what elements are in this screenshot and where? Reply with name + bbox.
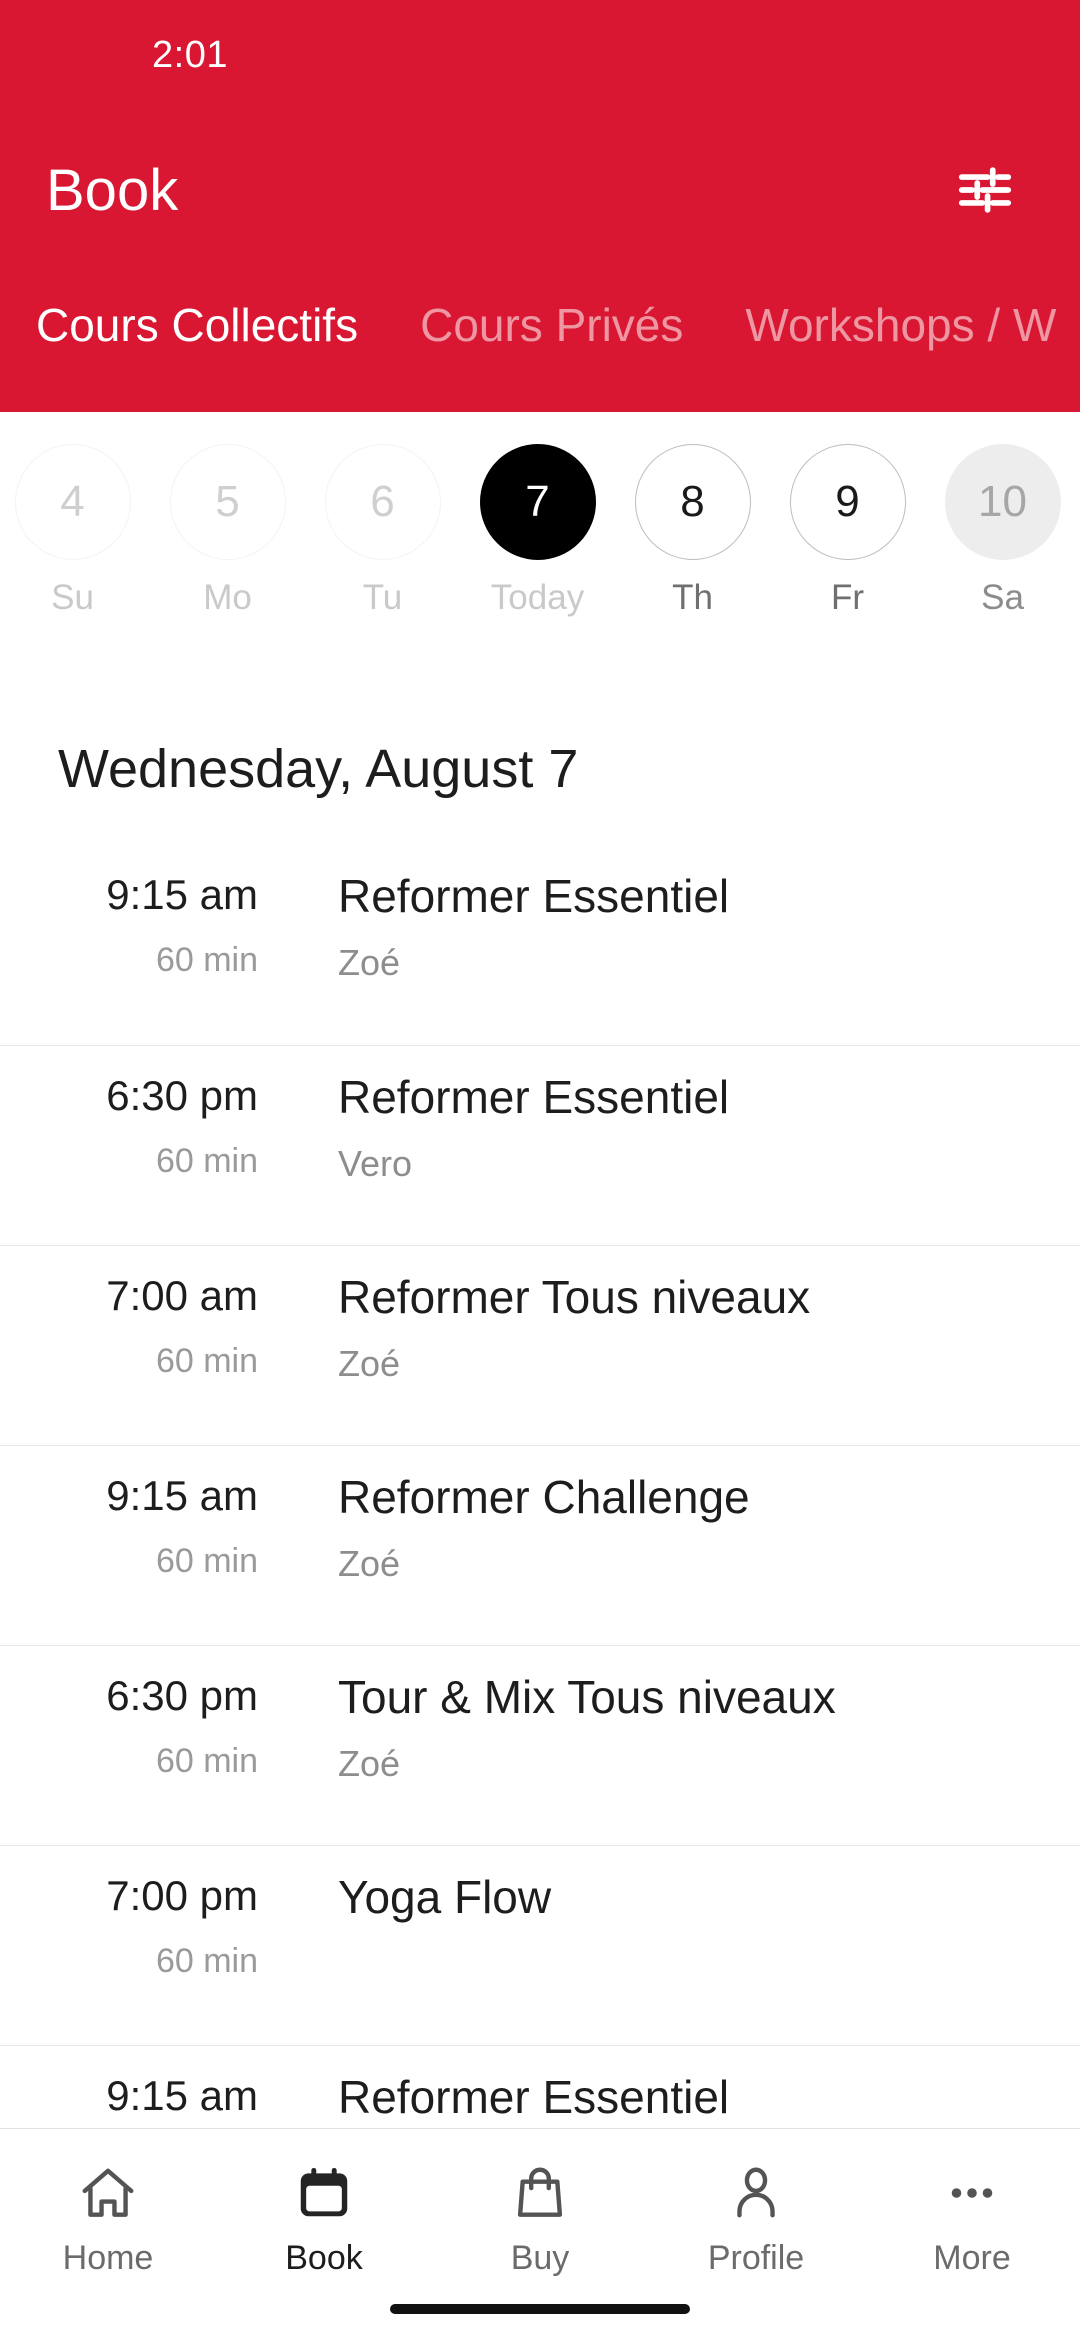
class-time-block: 9:15 am xyxy=(0,2072,280,2130)
class-row[interactable]: 7:00 pm 60 min Yoga Flow xyxy=(0,1845,1080,2045)
class-time-block: 9:15 am 60 min xyxy=(0,1472,280,1645)
class-info-block: Reformer Essentiel Zoé xyxy=(280,871,1080,1045)
class-info-block: Tour & Mix Tous niveaux Zoé xyxy=(280,1672,1080,1845)
class-name: Reformer Essentiel xyxy=(338,870,730,922)
home-indicator[interactable] xyxy=(390,2304,690,2314)
date-cell-8[interactable]: 8 Th xyxy=(615,444,770,618)
nav-label-profile: Profile xyxy=(707,2239,805,2277)
date-cell-4[interactable]: 4 Su xyxy=(0,444,150,618)
nav-label-buy: Buy xyxy=(510,2239,570,2277)
class-info-block: Reformer Essentiel xyxy=(280,2072,1080,2130)
class-info-block: Yoga Flow xyxy=(280,1872,1080,2045)
nav-label-more: More xyxy=(933,2239,1011,2277)
tab-cours-prives[interactable]: Cours Privés xyxy=(420,298,683,352)
bag-icon xyxy=(509,2157,571,2229)
date-label-today: Today xyxy=(490,578,585,617)
class-instructor: Zoé xyxy=(338,1542,401,1584)
date-label-su: Su xyxy=(51,578,94,617)
class-info-block: Reformer Tous niveaux Zoé xyxy=(280,1272,1080,1445)
nav-label-home: Home xyxy=(62,2239,154,2277)
date-label-sa: Sa xyxy=(981,578,1024,617)
class-duration: 60 min xyxy=(155,1942,258,1981)
class-instructor: Vero xyxy=(338,1142,413,1184)
class-info-block: Reformer Essentiel Vero xyxy=(280,1072,1080,1245)
nav-item-profile[interactable]: Profile xyxy=(648,2157,864,2278)
class-time-block: 6:30 pm 60 min xyxy=(0,1072,280,1245)
nav-item-more[interactable]: More xyxy=(864,2157,1080,2278)
class-list[interactable]: 9:15 am 60 min Reformer Essentiel Zoé 6:… xyxy=(0,845,1080,2130)
filter-button[interactable] xyxy=(942,147,1028,233)
date-label-th: Th xyxy=(672,578,713,617)
tune-sliders-icon xyxy=(954,159,1016,221)
date-label-tu: Tu xyxy=(362,578,403,617)
class-row[interactable]: 6:30 pm 60 min Reformer Essentiel Vero xyxy=(0,1045,1080,1245)
class-row[interactable]: 9:15 am 60 min Reformer Essentiel Zoé xyxy=(0,845,1080,1045)
date-cell-7-selected[interactable]: 7 Today xyxy=(460,444,615,618)
class-time-block: 6:30 pm 60 min xyxy=(0,1672,280,1845)
class-row[interactable]: 9:15 am Reformer Essentiel xyxy=(0,2045,1080,2130)
status-bar: 2:01 xyxy=(0,0,1080,110)
class-instructor: Zoé xyxy=(338,1742,401,1784)
class-name: Reformer Essentiel xyxy=(338,1071,730,1123)
class-name: Tour & Mix Tous niveaux xyxy=(338,1671,836,1723)
ellipsis-icon xyxy=(941,2157,1003,2229)
class-row[interactable]: 9:15 am 60 min Reformer Challenge Zoé xyxy=(0,1445,1080,1645)
class-instructor: Zoé xyxy=(338,1342,401,1384)
day-heading: Wednesday, August 7 xyxy=(58,739,579,799)
date-number-6: 6 xyxy=(324,444,441,560)
date-number-10: 10 xyxy=(944,444,1061,560)
app-screen: 2:01 Book Cours Collectifs Cours Privés … xyxy=(0,0,1080,2340)
date-number-8: 8 xyxy=(634,444,751,560)
class-time: 9:15 am xyxy=(106,1472,258,1519)
date-cell-9[interactable]: 9 Fr xyxy=(770,444,925,618)
class-info-block: Reformer Challenge Zoé xyxy=(280,1472,1080,1645)
tab-workshops[interactable]: Workshops / W xyxy=(745,298,1056,352)
home-icon xyxy=(77,2157,139,2229)
nav-label-book: Book xyxy=(285,2239,363,2277)
class-name: Reformer Challenge xyxy=(338,1471,750,1523)
class-duration: 60 min xyxy=(155,941,258,980)
date-cell-5[interactable]: 5 Mo xyxy=(150,444,305,618)
class-row[interactable]: 6:30 pm 60 min Tour & Mix Tous niveaux Z… xyxy=(0,1645,1080,1845)
calendar-icon xyxy=(293,2157,355,2229)
class-name: Reformer Essentiel xyxy=(338,2071,730,2123)
date-number-5: 5 xyxy=(169,444,286,560)
class-time: 9:15 am xyxy=(106,871,258,918)
person-icon xyxy=(725,2157,787,2229)
date-number-7: 7 xyxy=(479,444,596,560)
class-time-block: 7:00 pm 60 min xyxy=(0,1872,280,2045)
nav-item-home[interactable]: Home xyxy=(0,2157,216,2278)
date-number-4: 4 xyxy=(14,444,131,560)
class-time: 7:00 am xyxy=(106,1272,258,1319)
class-time: 7:00 pm xyxy=(106,1872,258,1919)
category-tabs: Cours Collectifs Cours Privés Workshops … xyxy=(0,275,1080,375)
class-time-block: 9:15 am 60 min xyxy=(0,871,280,1045)
page-title: Book xyxy=(46,157,179,223)
status-bar-clock: 2:01 xyxy=(152,33,228,76)
class-name: Reformer Tous niveaux xyxy=(338,1271,811,1323)
date-selector-strip[interactable]: 4 Su 5 Mo 6 Tu 7 Today 8 Th 9 Fr 10 Sa xyxy=(0,412,1080,662)
nav-item-buy[interactable]: Buy xyxy=(432,2157,648,2278)
class-duration: 60 min xyxy=(155,1342,258,1381)
class-duration: 60 min xyxy=(155,1742,258,1781)
class-time: 9:15 am xyxy=(106,2072,258,2119)
class-time: 6:30 pm xyxy=(106,1672,258,1719)
bottom-navigation: Home Book Buy Profile More xyxy=(0,2128,1080,2340)
class-duration: 60 min xyxy=(155,1542,258,1581)
date-cell-10[interactable]: 10 Sa xyxy=(925,444,1080,618)
title-bar: Book xyxy=(0,110,1080,270)
class-name: Yoga Flow xyxy=(338,1871,552,1923)
date-cell-6[interactable]: 6 Tu xyxy=(305,444,460,618)
class-time-block: 7:00 am 60 min xyxy=(0,1272,280,1445)
nav-item-book[interactable]: Book xyxy=(216,2157,432,2278)
class-instructor: Zoé xyxy=(338,941,401,983)
class-row[interactable]: 7:00 am 60 min Reformer Tous niveaux Zoé xyxy=(0,1245,1080,1445)
tab-cours-collectifs[interactable]: Cours Collectifs xyxy=(36,298,358,352)
class-time: 6:30 pm xyxy=(106,1072,258,1119)
date-number-9: 9 xyxy=(789,444,906,560)
class-duration: 60 min xyxy=(155,1142,258,1181)
date-label-fr: Fr xyxy=(830,578,865,617)
app-header: 2:01 Book Cours Collectifs Cours Privés … xyxy=(0,0,1080,412)
date-label-mo: Mo xyxy=(203,578,252,617)
